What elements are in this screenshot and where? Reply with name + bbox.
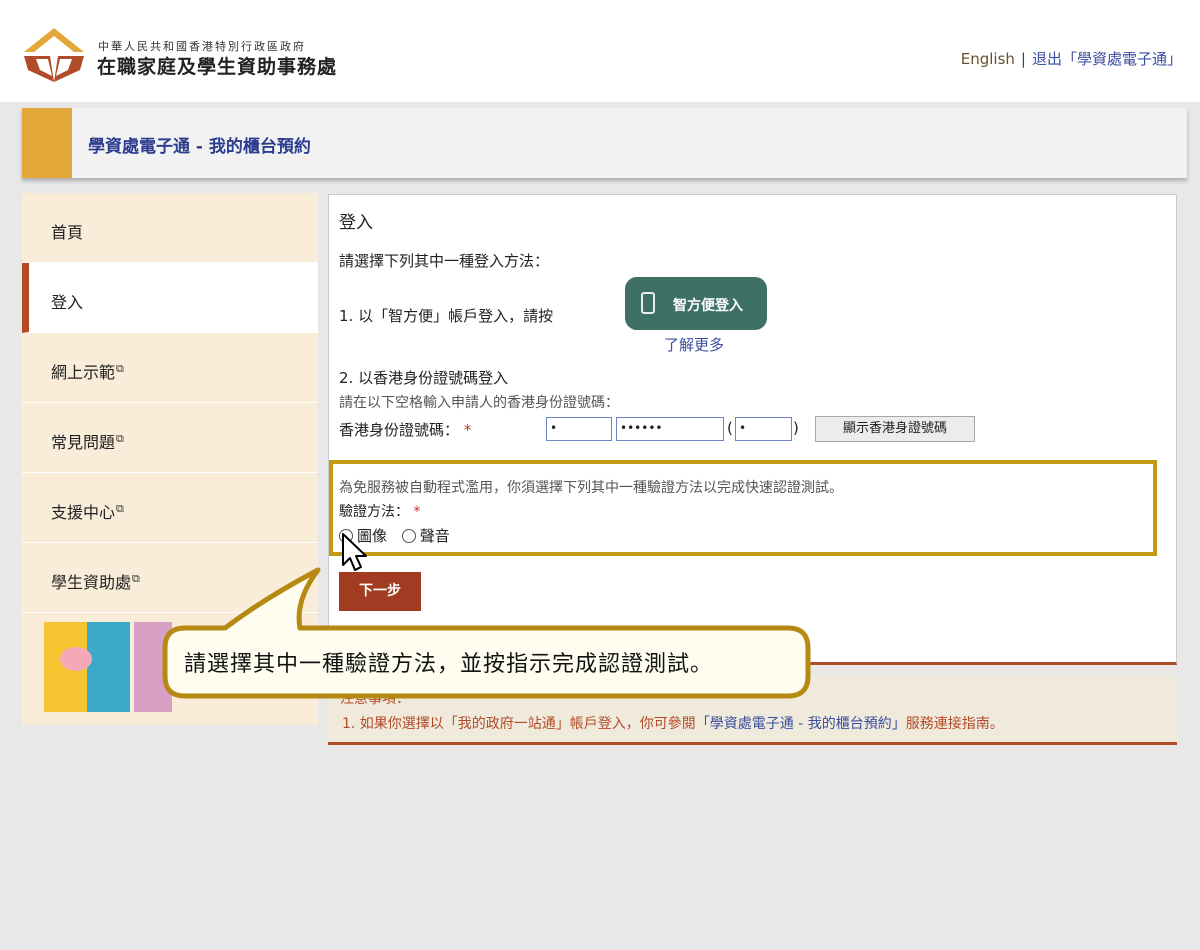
connection-guide-link[interactable]: 「學資處電子通 - 我的櫃台預約」 bbox=[696, 716, 906, 732]
learn-more-link[interactable]: 了解更多 bbox=[664, 334, 724, 355]
method2-title: 2. 以香港身份證號碼登入 bbox=[339, 369, 509, 387]
captcha-section: 為免服務被自動程式濫用，你須選擇下列其中一種驗證方法以完成快速認證測試。 驗證方… bbox=[329, 460, 1157, 556]
hkid-label: 香港身份證號碼： * bbox=[339, 419, 471, 440]
hkid-digits-input[interactable]: •••••• bbox=[616, 417, 724, 441]
sidebar-item-sfo[interactable]: 學生資助處⧉ bbox=[22, 543, 318, 613]
sidebar-item-online-demo[interactable]: 網上示範⧉ bbox=[22, 333, 318, 403]
notes-panel: 注意事項： 1. 如果你選擇以「我的政府一站通」帳戶登入，你可參閱「學資處電子通… bbox=[328, 676, 1177, 745]
org-name: 在職家庭及學生資助事務處 bbox=[97, 56, 338, 78]
hkid-prefix-input[interactable]: • bbox=[546, 417, 612, 441]
iam-smart-login-button[interactable]: 智方便登入 bbox=[625, 277, 767, 330]
choose-method-text: 請選擇下列其中一種登入方法： bbox=[339, 252, 550, 270]
sidebar-item-home[interactable]: 首頁 bbox=[22, 193, 318, 263]
mobile-phone-icon bbox=[641, 292, 655, 314]
notes-item-suffix: 服務連接指南。 bbox=[905, 716, 1004, 732]
paren-close: ) bbox=[793, 419, 799, 437]
radio-audio[interactable] bbox=[401, 529, 416, 543]
captcha-option-audio-label: 聲音 bbox=[419, 527, 450, 545]
method2-hint: 請在以下空格輸入申請人的香港身份證號碼： bbox=[339, 395, 619, 411]
link-separator: | bbox=[1020, 50, 1026, 68]
sidebar-item-label: 學生資助處 bbox=[51, 573, 132, 592]
required-mark: * bbox=[463, 421, 472, 439]
english-link[interactable]: English bbox=[961, 50, 1015, 68]
captcha-notice: 為免服務被自動程式濫用，你須選擇下列其中一種驗證方法以完成快速認證測試。 bbox=[339, 480, 843, 496]
login-panel: 登入 請選擇下列其中一種登入方法： 1. 以「智方便」帳戶登入，請按 智方便登入… bbox=[328, 194, 1177, 665]
captcha-label: 驗證方法： * bbox=[339, 501, 420, 521]
notes-heading: 注意事項： bbox=[340, 691, 410, 707]
iam-smart-label: 智方便登入 bbox=[673, 298, 743, 314]
notes-item: 1. 如果你選擇以「我的政府一站通」帳戶登入，你可參閱「學資處電子通 - 我的櫃… bbox=[342, 713, 1004, 733]
sidebar-item-login[interactable]: 登入 bbox=[22, 263, 318, 333]
notes-item-text: 1. 如果你選擇以「我的政府一站通」帳戶登入，你可參閱 bbox=[342, 716, 696, 732]
mouse-pointer-icon bbox=[342, 533, 367, 571]
wfsfaa-logo-icon bbox=[24, 28, 84, 82]
external-link-icon: ⧉ bbox=[116, 431, 124, 445]
external-link-icon: ⧉ bbox=[116, 361, 124, 375]
method1-text: 1. 以「智方便」帳戶登入，請按 bbox=[339, 307, 554, 325]
callout-text: 請選擇其中一種驗證方法，並按指示完成認證測試。 bbox=[184, 652, 714, 677]
paren-open: ( bbox=[727, 419, 733, 437]
sidebar-item-faq[interactable]: 常見問題⧉ bbox=[22, 403, 318, 473]
sidebar-item-label: 首頁 bbox=[51, 223, 84, 242]
title-accent bbox=[22, 108, 72, 178]
hkid-check-digit-input[interactable]: • bbox=[735, 417, 792, 441]
sidebar-item-label: 登入 bbox=[51, 293, 84, 312]
piggy-bank-icon bbox=[60, 647, 92, 671]
next-button[interactable]: 下一步 bbox=[339, 572, 421, 611]
hkid-label-text: 香港身份證號碼： bbox=[339, 421, 460, 439]
login-heading: 登入 bbox=[339, 213, 373, 233]
booklet-image bbox=[134, 622, 172, 712]
required-mark: * bbox=[413, 504, 421, 520]
captcha-option-audio[interactable]: 聲音 bbox=[401, 527, 450, 545]
captcha-label-text: 驗證方法： bbox=[339, 504, 409, 520]
sidebar-item-support[interactable]: 支援中心⧉ bbox=[22, 473, 318, 543]
page-title-bar: 學資處電子通 - 我的櫃台預約 bbox=[22, 108, 1187, 178]
sidebar-item-label: 常見問題 bbox=[51, 433, 116, 452]
logout-link[interactable]: 退出「學資處電子通」 bbox=[1032, 50, 1182, 68]
sidebar-item-label: 網上示範 bbox=[51, 363, 116, 382]
site-header: 中華人民共和國香港特別行政區政府 在職家庭及學生資助事務處 English | 退出… bbox=[0, 0, 1200, 102]
top-links: English | 退出「學資處電子通」 bbox=[961, 48, 1182, 69]
external-link-icon: ⧉ bbox=[132, 571, 140, 585]
show-hkid-button[interactable]: 顯示香港身證號碼 bbox=[815, 416, 975, 442]
external-link-icon: ⧉ bbox=[116, 501, 124, 515]
page-title: 學資處電子通 - 我的櫃台預約 bbox=[88, 137, 311, 157]
sidebar-item-label: 支援中心 bbox=[51, 503, 116, 522]
